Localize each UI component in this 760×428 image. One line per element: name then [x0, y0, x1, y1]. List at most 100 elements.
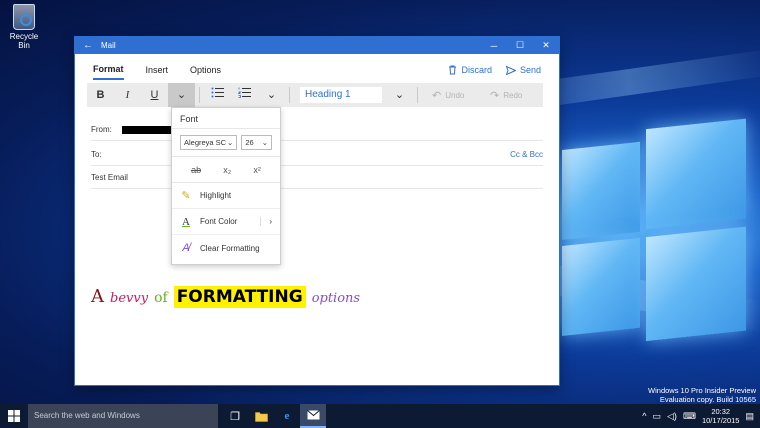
trash-icon [449, 65, 457, 75]
toolbar-divider [417, 87, 418, 103]
mail-app-icon[interactable] [300, 404, 326, 428]
toolbar-divider [289, 87, 290, 103]
bullet-list-icon [211, 87, 224, 98]
windows-logo-wallpaper [562, 118, 752, 358]
send-button[interactable]: Send [505, 65, 541, 75]
font-flyout: Font Alegreya SC ⌄ 26 ⌄ ab x₂ x² ✎ Highl… [171, 107, 281, 265]
from-label: From: [91, 125, 112, 134]
font-size-value: 26 [245, 138, 254, 147]
strikethrough-button[interactable]: ab [191, 165, 201, 175]
clear-formatting-label: Clear Formatting [200, 243, 260, 253]
file-explorer-icon[interactable] [248, 404, 274, 428]
close-button[interactable]: ✕ [533, 40, 559, 51]
body-word: options [311, 291, 361, 306]
mail-window: ← Mail ─ ☐ ✕ Format Insert Options Disca… [75, 37, 559, 385]
build-watermark: Windows 10 Pro Insider Preview Evaluatio… [648, 386, 756, 404]
body-word: A [91, 286, 104, 307]
font-name-select[interactable]: Alegreya SC ⌄ [180, 135, 238, 150]
font-size-select[interactable]: 26 ⌄ [241, 135, 272, 150]
window-title: Mail [101, 41, 116, 50]
undo-icon: ↶ [432, 89, 442, 102]
message-body[interactable]: A bevvy of FORMATTING options [91, 286, 360, 308]
font-color-icon: A [182, 215, 190, 228]
tab-format[interactable]: Format [93, 60, 124, 80]
script-options: ab x₂ x² [172, 157, 280, 183]
tab-insert[interactable]: Insert [146, 61, 169, 80]
keyboard-icon[interactable]: ⌨ [683, 411, 696, 422]
ribbon-tabs: Format Insert Options Discard Send [93, 60, 541, 80]
discard-button[interactable]: Discard [448, 65, 492, 75]
font-color-item[interactable]: A Font Color › [172, 209, 280, 235]
from-row: From: [91, 119, 543, 141]
redo-label: Redo [503, 90, 523, 100]
bold-button[interactable]: B [87, 83, 114, 107]
folder-icon [254, 411, 268, 422]
undo-button[interactable]: ↶ Undo [432, 89, 480, 102]
chevron-up-icon[interactable]: ^ [642, 411, 646, 421]
format-toolbar: B I U ⌄ ⌄ Heading 1 ⌄ ↶ Undo ↷ Redo [87, 83, 543, 107]
title-bar: ← Mail ─ ☐ ✕ [75, 37, 559, 54]
clock-time: 20:32 [711, 407, 731, 416]
start-button[interactable] [0, 404, 28, 428]
back-arrow-icon[interactable]: ← [75, 40, 101, 51]
redo-icon: ↷ [490, 89, 500, 102]
edge-browser-icon[interactable]: e [274, 404, 300, 428]
highlighter-icon: ✎ [181, 190, 191, 202]
subject-field[interactable]: Test Email [91, 167, 543, 189]
flyout-title: Font [172, 108, 280, 129]
subject-value: Test Email [91, 173, 128, 182]
cc-bcc-link[interactable]: Cc & Bcc [510, 150, 543, 159]
recycle-bin-icon [13, 4, 35, 30]
paragraph-style-select[interactable]: Heading 1 [300, 87, 382, 103]
underline-button[interactable]: U [141, 83, 168, 107]
watermark-line: Windows 10 Pro Insider Preview [648, 386, 756, 395]
recycle-bin-label: Recycle Bin [9, 32, 39, 50]
subscript-button[interactable]: x₂ [223, 165, 231, 175]
toolbar-divider [199, 87, 200, 103]
body-word-highlighted: FORMATTING [173, 286, 306, 308]
italic-button[interactable]: I [114, 83, 141, 107]
send-label: Send [519, 65, 541, 75]
recycle-bin-shortcut[interactable]: Recycle Bin [4, 4, 44, 50]
to-label: To: [91, 150, 102, 159]
clear-formatting-item[interactable]: A̸ Clear Formatting [172, 235, 280, 261]
envelope-icon [306, 410, 320, 420]
font-name-value: Alegreya SC [184, 138, 227, 147]
to-row[interactable]: To: Cc & Bcc [91, 144, 543, 166]
bullets-icon[interactable] [204, 83, 231, 107]
style-chevron-icon[interactable]: ⌄ [386, 83, 413, 107]
highlight-item[interactable]: ✎ Highlight [172, 183, 280, 209]
chevron-down-icon: ⌄ [261, 138, 268, 147]
list-chevron-icon[interactable]: ⌄ [258, 83, 285, 107]
chevron-right-icon[interactable]: › [260, 217, 272, 226]
volume-icon[interactable]: ◁) [667, 411, 677, 422]
watermark-line: Evaluation copy. Build 10565 [659, 395, 756, 404]
logo-pane [646, 118, 746, 230]
taskbar: Search the web and Windows ❐ e ^ ▭ ◁) ⌨ … [0, 404, 760, 428]
minimize-button[interactable]: ─ [481, 41, 507, 51]
redo-button[interactable]: ↷ Redo [490, 89, 538, 102]
chevron-down-icon: ⌄ [227, 138, 234, 147]
superscript-button[interactable]: x² [253, 165, 261, 175]
numbering-icon[interactable] [231, 83, 258, 107]
font-options-chevron-icon[interactable]: ⌄ [168, 83, 195, 107]
tab-options[interactable]: Options [190, 61, 221, 80]
system-tray: ^ ▭ ◁) ⌨ 20:32 10/17/2015 ▤ [642, 407, 760, 425]
taskbar-search-box[interactable]: Search the web and Windows [28, 404, 218, 428]
network-icon[interactable]: ▭ [653, 411, 662, 422]
highlight-label: Highlight [200, 191, 232, 200]
notifications-icon[interactable]: ▤ [745, 411, 754, 422]
discard-label: Discard [461, 65, 492, 75]
numbered-list-icon [237, 87, 251, 98]
font-color-label: Font Color [200, 217, 238, 226]
clear-formatting-icon: A̸ [182, 242, 190, 254]
maximize-button[interactable]: ☐ [507, 40, 533, 51]
send-icon [505, 65, 516, 75]
logo-pane [646, 226, 746, 342]
clock-date: 10/17/2015 [701, 416, 740, 425]
logo-pane [562, 141, 640, 240]
clock[interactable]: 20:32 10/17/2015 [702, 407, 740, 425]
task-view-icon[interactable]: ❐ [222, 404, 248, 428]
body-word: bevvy [110, 291, 149, 306]
body-word: of [154, 290, 168, 306]
